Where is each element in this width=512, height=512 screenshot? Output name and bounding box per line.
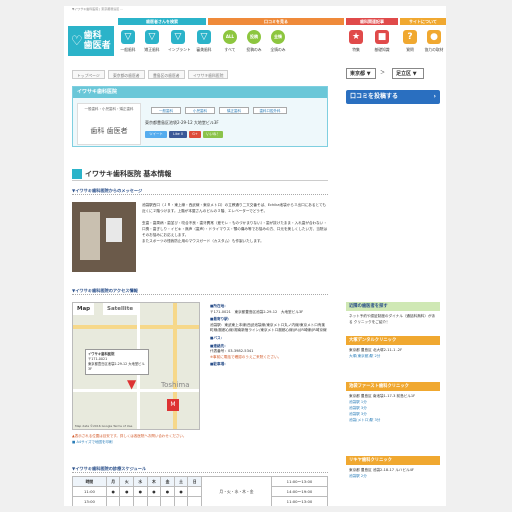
access-address: 〒171-0021 東京都豊島区池袋2-29-12 大地堂ビル3F xyxy=(210,309,304,314)
tag-oral-surgery[interactable]: 歯科口腔外科 xyxy=(253,107,287,114)
info-icon: 全情 xyxy=(271,30,285,44)
facebook-like-button[interactable]: Like 0 xyxy=(169,131,187,138)
feature-icon: ★ xyxy=(349,30,363,44)
satellite-tab[interactable]: Satellite xyxy=(103,303,138,315)
logo-text-2: 歯医者 xyxy=(83,41,111,51)
sign-shape xyxy=(106,218,122,242)
clinic-logo: 一般歯科・小児歯科・矯正歯科 歯科 歯医者 xyxy=(77,103,141,145)
site-logo[interactable]: ♡ 歯科 歯医者 xyxy=(68,26,114,56)
nav-info[interactable]: 全情 全情のみ xyxy=(268,27,288,61)
map-road xyxy=(73,389,199,392)
message-body: 池袋駅西口（ＪＲ・東上線・西武線・東京メトロ）の立教通り二又交番そば、Echik… xyxy=(142,203,328,243)
breadcrumb-tokyo[interactable]: 東京都の歯医者 xyxy=(108,70,145,79)
map-area-label: Toshima xyxy=(161,381,190,389)
tooth-braces-icon: ▽ xyxy=(145,30,159,44)
main-nav: ▽ 一般歯科 ▽ 矯正歯科 ▽ インプラント ▽ 審美歯科 ALL すべて 投稿 投稿のみ … xyxy=(118,27,446,61)
clinic-name: イワサキ歯科医院 xyxy=(73,87,327,98)
like-button[interactable]: いいね！ xyxy=(203,131,223,138)
implant-icon: ▽ xyxy=(171,30,185,44)
google-map[interactable]: Map Satellite イワサキ歯科医院 〒171-0021 東京都豊島区池… xyxy=(72,302,200,430)
sidebar-clinic-2: 池袋ファースト歯科クリニック 東京都 豊島区 南池袋1-17-3 前島ビル1F … xyxy=(346,382,440,425)
book-icon: ■ xyxy=(375,30,389,44)
logo-text-1: 歯科 xyxy=(83,31,102,41)
sidebar-clinic-3: リキヤ歯科クリニック 東京都 豊島区 池袋2-18-17 ルハビル4F 池袋駅 … xyxy=(346,456,440,481)
post-review-button[interactable]: 口コミを投稿する › xyxy=(346,90,440,104)
tag-orthodontic[interactable]: 矯正歯科 xyxy=(219,107,249,114)
access-note: ※事前に電話で確認のうえご来院ください。 xyxy=(210,354,282,359)
nav-cosmetic[interactable]: ▽ 審美歯科 xyxy=(194,27,214,61)
map-pin-icon[interactable]: ▼ xyxy=(127,377,136,391)
clinic-logo-text: 歯科 歯医者 xyxy=(90,127,128,135)
nav-general[interactable]: ▽ 一般歯科 xyxy=(118,27,138,61)
table-row: 11:00 ● ● ● ● ● ● 14:00〜19:00 xyxy=(72,486,328,497)
sidebar-clinic-name[interactable]: 大塚デンタルクリニック xyxy=(346,336,440,345)
breadcrumb-toshima[interactable]: 豊島区の歯医者 xyxy=(148,70,185,79)
tag-pediatric[interactable]: 小児歯科 xyxy=(185,107,215,114)
sidebar-clinic-1: 大塚デンタルクリニック 東京都 豊島区 北大塚2-11-1 -2F 大塚(東京都… xyxy=(346,336,440,361)
tooth-logo-icon: ♡ xyxy=(71,33,83,49)
message-heading: ▼イワサキ歯科医院からのメッセージ xyxy=(72,188,328,195)
tooth-icon: ▽ xyxy=(121,30,135,44)
nav-orthodontics[interactable]: ▽ 矯正歯科 xyxy=(142,27,162,61)
clinic-logo-caption: 一般歯科・小児歯科・矯正歯科 xyxy=(84,107,134,111)
category-articles[interactable]: 歯科関連記事 xyxy=(346,18,398,25)
nav-feature[interactable]: ★ 特集 xyxy=(346,27,366,61)
station-link[interactable]: 池袋駅 2分 xyxy=(349,473,437,479)
clinic-photo xyxy=(72,202,136,272)
sidebar-nearby: 近隣の歯医者を探す ネット予約や認証制度のダイナル（通話料無料）がある クリニッ… xyxy=(346,302,440,327)
map-footer: Map data ©2016 Google Terms of Use xyxy=(75,424,133,428)
category-about[interactable]: サイトについて xyxy=(400,18,446,25)
breadcrumb-top[interactable]: トップページ xyxy=(72,70,105,79)
tag-general[interactable]: 一般歯科 xyxy=(151,107,181,114)
breadcrumb-clinic: イワサキ歯科医院 xyxy=(188,70,229,79)
basic-info-title: イワサキ歯科医院 基本情報 xyxy=(72,167,328,181)
ward-select[interactable]: 足立区 ▼ xyxy=(392,68,424,79)
clinic-address: 東京都豊島区池袋2-29-12 大地堂ビル3F xyxy=(145,120,219,125)
nav-interview[interactable]: ● 協力の取材 xyxy=(424,27,444,61)
nav-implant[interactable]: ▽ インプラント xyxy=(168,27,191,61)
access-station: 池袋駅：東武東上本線/西武池袋線/東京メトロ丸ノ内線/東京メトロ有楽町線/副都心… xyxy=(210,322,327,333)
map-tab[interactable]: Map xyxy=(73,303,95,315)
schedule-heading: ▼イワサキ歯科医院の診療スケジュール xyxy=(72,466,328,473)
schedule-table: 時間 月 火 水 木 金 土 日 月・火・水・木・金 11:00〜13:00 1… xyxy=(72,476,328,506)
area-separator: ＞ xyxy=(380,70,386,76)
tweet-button[interactable]: ツイート xyxy=(145,131,167,138)
metro-icon: M xyxy=(167,399,179,411)
nav-posts[interactable]: 投稿 投稿のみ xyxy=(244,27,264,61)
arrow-right-icon: › xyxy=(433,93,436,100)
nav-question[interactable]: ? 質問 xyxy=(400,27,420,61)
table-row: 13:00 11:00〜13:00 xyxy=(72,496,328,506)
access-heading: ▼イワサキ歯科医院のアクセス情報 xyxy=(72,288,328,295)
category-search[interactable]: 歯医者さんを検索 xyxy=(118,18,206,25)
map-notes: ▲表示される位置は目安です。詳しくは各医院へお問い合わせください。 ■ A4サイ… xyxy=(72,434,187,445)
prefecture-select[interactable]: 東京都 ▼ xyxy=(346,68,376,79)
post-icon: 投稿 xyxy=(247,30,261,44)
printer-icon: ■ xyxy=(72,440,76,444)
access-info: ■所在地： 〒171-0021 東京都豊島区池袋2-29-12 大地堂ビル3F … xyxy=(210,304,327,367)
question-icon: ? xyxy=(403,30,417,44)
sidebar-clinic-name[interactable]: リキヤ歯科クリニック xyxy=(346,456,440,465)
nav-all[interactable]: ALL すべて xyxy=(220,27,240,61)
map-info-bubble: イワサキ歯科医院 〒171-0021 東京都豊島区池袋2-29-12 大地堂ビル… xyxy=(85,349,149,375)
schedule-days: 月・火・水・木・金 xyxy=(201,476,272,506)
page: ▼イワサキ歯科医院 | 東京都豊島区 … ♡ 歯科 歯医者 歯医者さんを検索 口… xyxy=(64,6,446,506)
nav-knowledge[interactable]: ■ 基礎知識 xyxy=(372,27,392,61)
station-link[interactable]: 池袋(メトロ)駅 3分 xyxy=(349,417,437,423)
door-shape xyxy=(80,212,100,260)
category-reviews[interactable]: 口コミを見る xyxy=(208,18,344,25)
access-tel: 代表番号：03-3982-5341 xyxy=(210,349,254,354)
tooth-sparkle-icon: ▽ xyxy=(197,30,211,44)
all-icon: ALL xyxy=(223,30,237,44)
clinic-square-icon xyxy=(72,169,82,179)
print-map-link[interactable]: ■ A4サイズで地図を印刷 xyxy=(72,439,186,445)
clinic-summary: イワサキ歯科医院 一般歯科・小児歯科・矯正歯科 歯科 歯医者 一般歯科 小児歯科… xyxy=(72,86,328,147)
tagline: ▼イワサキ歯科医院 | 東京都豊島区 … xyxy=(72,7,124,11)
interview-icon: ● xyxy=(427,30,441,44)
station-link[interactable]: 大塚(東京都)駅 2分 xyxy=(349,353,437,359)
google-plus-button[interactable]: G+ xyxy=(189,131,201,138)
sidebar-clinic-name[interactable]: 池袋ファースト歯科クリニック xyxy=(346,382,440,391)
